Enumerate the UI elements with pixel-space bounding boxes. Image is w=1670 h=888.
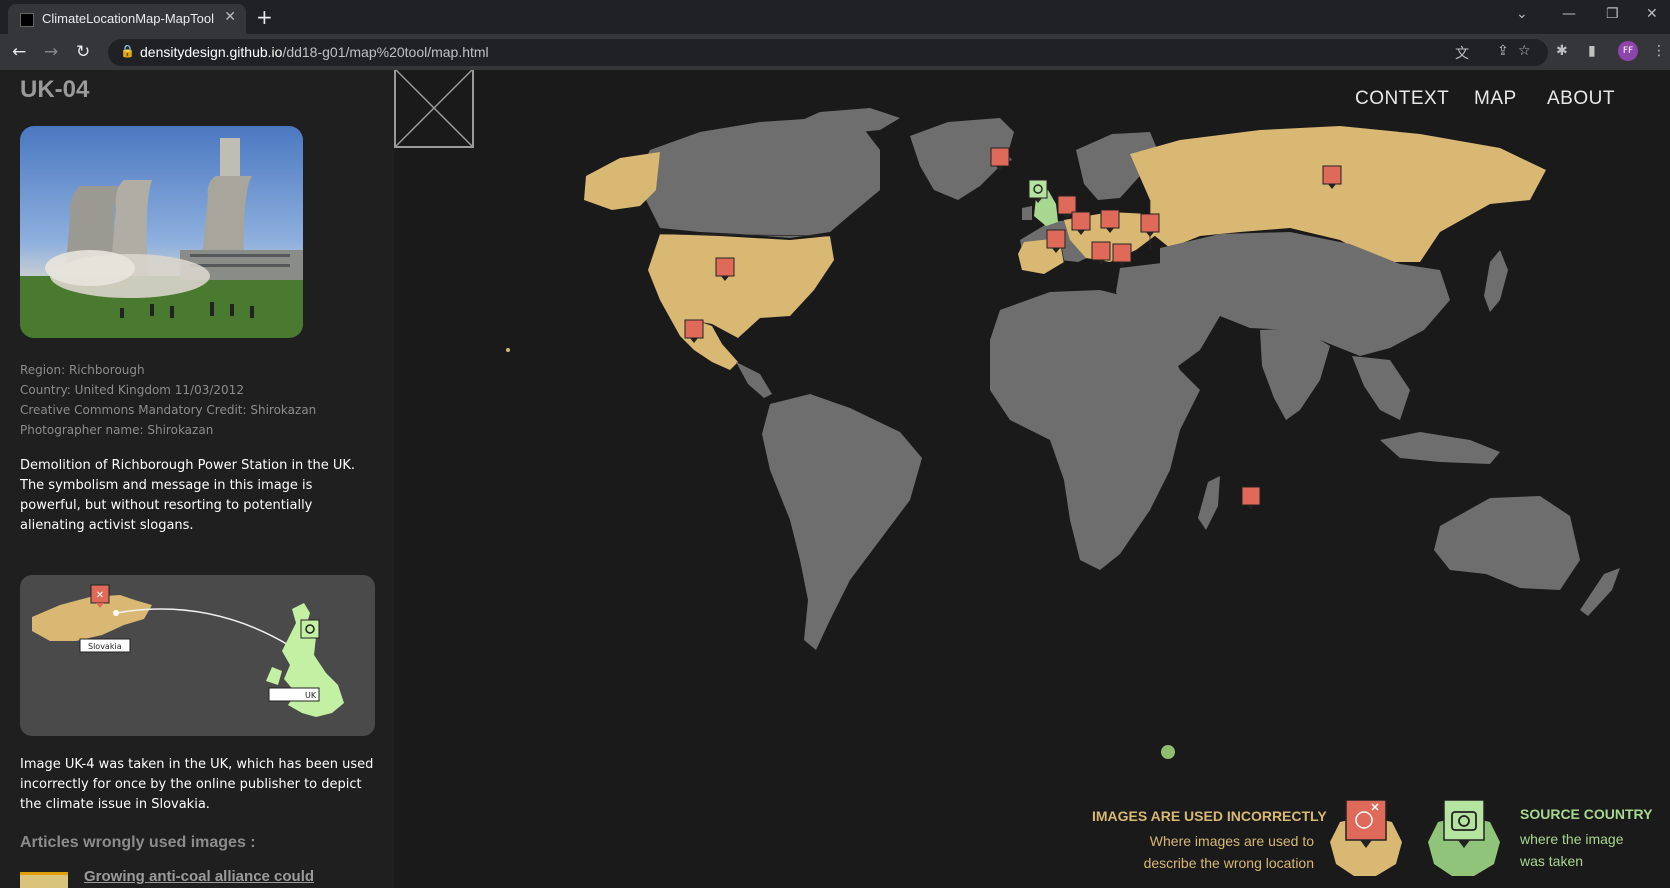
browser-toolbar: ← → ↻ 🔒 densitydesign.github.io/dd18-g01… <box>0 34 1670 70</box>
legend-incorrect-sub2: describe the wrong location <box>1143 855 1314 871</box>
article-link[interactable]: Growing anti-coal alliance could <box>84 868 314 885</box>
legend-source-sub2: was taken <box>1520 853 1584 869</box>
world-map <box>506 108 1620 759</box>
restore-icon[interactable]: ❐ <box>1606 6 1619 22</box>
side-panel-icon[interactable]: ▮ <box>1588 43 1596 59</box>
legend-source-badge <box>1424 799 1504 880</box>
country-indonesia <box>1380 432 1500 464</box>
minimize-icon[interactable]: — <box>1562 6 1576 22</box>
meta-photographer: Photographer name: Shirokazan <box>20 423 214 437</box>
forward-icon[interactable]: → <box>44 42 58 62</box>
back-icon[interactable]: ← <box>12 42 26 62</box>
address-bar[interactable]: 🔒 densitydesign.github.io/dd18-g01/map%2… <box>108 39 1548 66</box>
mini-label-source: UK <box>305 691 317 700</box>
browser-menu-icon[interactable]: ⋮ <box>1652 43 1666 59</box>
country-australia <box>1434 496 1580 590</box>
extensions-icon[interactable]: ✱ <box>1556 43 1568 59</box>
country-new-zealand <box>1580 568 1620 616</box>
detail-sidebar: UK-04 Region: Richborough Country: Unite… <box>0 70 394 888</box>
legend-source-sub1: where the image <box>1520 831 1624 847</box>
reload-icon[interactable]: ↻ <box>76 42 90 62</box>
country-canada <box>640 118 880 238</box>
tab-title: ClimateLocationMap-MapTool <box>42 11 214 26</box>
svg-text:✕: ✕ <box>96 590 104 601</box>
image-id-title: UK-04 <box>20 76 90 103</box>
url-path: /dd18-g01/map%20tool/map.html <box>282 44 489 60</box>
mini-map: ✕ Slovakia UK <box>20 575 375 736</box>
new-tab-icon[interactable]: + <box>256 5 273 29</box>
profile-avatar[interactable]: FF <box>1618 41 1638 61</box>
meta-region: Region: Richborough <box>20 363 145 377</box>
power-station-photo <box>20 126 303 338</box>
articles-heading: Articles wrongly used images : <box>20 834 256 851</box>
marker-incorrect-mauritius <box>1241 486 1261 510</box>
window-close-icon[interactable]: ✕ <box>1646 6 1658 22</box>
legend-source-sub: where the image was taken <box>1520 828 1624 872</box>
country-madagascar <box>1198 476 1220 530</box>
meta-credit: Creative Commons Mandatory Credit: Shiro… <box>20 403 317 417</box>
country-southeast-asia <box>1352 356 1410 420</box>
legend-incorrect-sub1: Where images are used to <box>1149 833 1314 849</box>
url-host: densitydesign.github.io <box>140 44 283 60</box>
mini-label-wrong: Slovakia <box>88 642 122 651</box>
article-thumbnail[interactable] <box>20 872 68 888</box>
tab-close-icon[interactable]: ✕ <box>224 9 236 25</box>
country-south-america <box>762 394 922 650</box>
url-text: densitydesign.github.io/dd18-g01/map%20t… <box>140 44 489 60</box>
browser-tab[interactable]: ClimateLocationMap-MapTool ✕ <box>8 4 246 34</box>
lock-icon[interactable]: 🔒 <box>120 44 135 58</box>
browser-tabbar: ClimateLocationMap-MapTool ✕ + ⌄ — ❐ ✕ <box>0 0 1670 34</box>
legend-incorrect-badge <box>1326 799 1406 880</box>
legend-incorrect-sub: Where images are used to describe the wr… <box>1092 830 1314 874</box>
country-ireland <box>1022 206 1032 220</box>
country-india <box>1260 328 1330 420</box>
image-description: Demolition of Richborough Power Station … <box>20 458 356 533</box>
meta-country: Country: United Kingdom 11/03/2012 <box>20 383 244 397</box>
page: UK-04 Region: Richborough Country: Unite… <box>0 70 1670 888</box>
bookmark-star-icon[interactable]: ☆ <box>1518 43 1531 59</box>
legend-source-title: SOURCE COUNTRY <box>1520 806 1653 822</box>
translate-icon[interactable]: 文 <box>1455 43 1469 63</box>
marker-incorrect-balkans <box>1112 243 1132 267</box>
image-metadata: Region: Richborough Country: United King… <box>20 360 316 440</box>
country-central-america <box>736 362 772 398</box>
favicon-icon <box>20 13 34 27</box>
legend-incorrect-title: IMAGES ARE USED INCORRECTLY <box>1092 808 1327 824</box>
map-dot-antarctic <box>1161 745 1175 759</box>
share-icon[interactable]: ⇪ <box>1497 43 1509 59</box>
country-japan <box>1484 250 1508 312</box>
tab-search-icon[interactable]: ⌄ <box>1516 6 1528 22</box>
map-dot-atlantic <box>506 348 510 352</box>
usage-description: Image UK-4 was taken in the UK, which ha… <box>20 757 374 812</box>
